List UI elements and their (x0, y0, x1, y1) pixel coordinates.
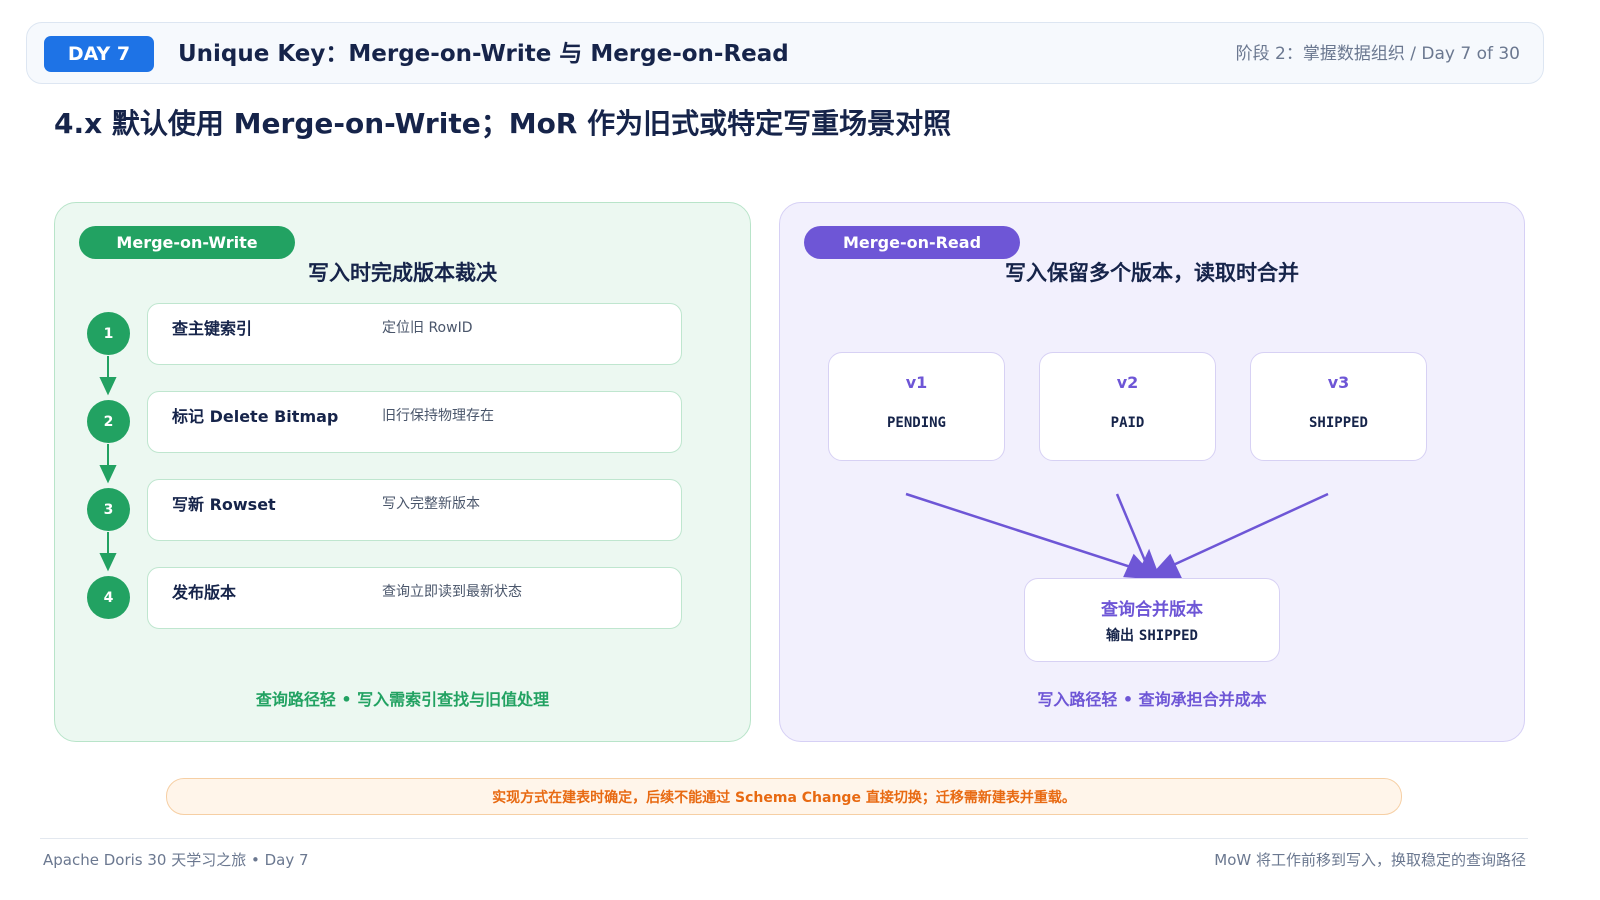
merge-arrows (905, 492, 1329, 580)
footer-divider (40, 838, 1528, 839)
arrow-v1 (905, 492, 1147, 574)
footer-left: Apache Doris 30 天学习之旅 • Day 7 (43, 851, 309, 869)
arrow-v3 (1157, 492, 1329, 574)
merge-result-card: 查询合并版本 输出 SHIPPED (1024, 578, 1280, 662)
merge-output-prefix: 输出 (1106, 628, 1135, 644)
footer-right: MoW 将工作前移到写入，换取稳定的查询路径 (1214, 851, 1526, 869)
merge-output: 输出 SHIPPED (1025, 625, 1279, 645)
mor-summary: 写入路径轻 • 查询承担合并成本 (1037, 690, 1267, 709)
merge-title: 查询合并版本 (1101, 600, 1203, 620)
notice-banner: 实现方式在建表时确定，后续不能通过 Schema Change 直接切换；迁移需… (166, 778, 1402, 815)
merge-output-value: SHIPPED (1138, 628, 1198, 644)
